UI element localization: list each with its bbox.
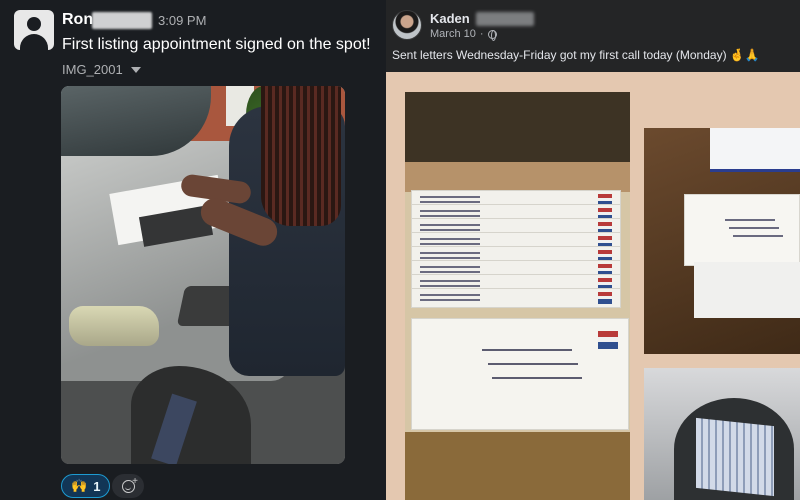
avatar-head (27, 17, 41, 31)
message-timestamp[interactable]: 3:09 PM (158, 13, 206, 28)
sender-name[interactable]: Ron (62, 11, 93, 29)
user-avatar[interactable] (14, 10, 54, 50)
post-caption: Sent letters Wednesday-Friday got my fir… (392, 48, 760, 62)
envelope (411, 288, 621, 308)
reaction-count: 1 (93, 478, 101, 494)
redacted-surname (92, 12, 152, 29)
photo-letter (694, 262, 800, 318)
photo-mailbox[interactable] (644, 368, 800, 500)
author-name[interactable]: Kaden (430, 11, 470, 26)
front-envelope (411, 318, 629, 430)
author-avatar[interactable] (392, 10, 422, 40)
photo-letter-and-envelope[interactable] (644, 128, 800, 354)
avatar-body (20, 34, 48, 50)
photo-envelope (684, 194, 800, 266)
chat-message-panel: Ron 3:09 PM First listing appointment si… (0, 0, 384, 500)
attached-photo[interactable] (61, 86, 345, 464)
post-meta: March 10 · (430, 28, 497, 41)
social-post-panel: Kaden March 10 · Sent letters Wednesday-… (386, 0, 800, 500)
caret-down-icon[interactable] (130, 66, 141, 73)
reaction-raised-hands[interactable]: 🙌 1 (61, 474, 111, 498)
attachment-name: IMG_2001 (62, 62, 123, 77)
raised-hands-icon: 🙌 (71, 478, 88, 493)
photo-hair (261, 86, 341, 226)
photo-table (405, 432, 630, 500)
plus-icon: + (132, 476, 138, 487)
photo-priority-mail-box (710, 128, 800, 172)
add-reaction-button[interactable]: + (112, 474, 144, 498)
post-date[interactable]: March 10 (430, 28, 476, 40)
photo-envelope-stack[interactable] (405, 92, 630, 500)
globe-icon (487, 29, 497, 41)
message-text: First listing appointment signed on the … (62, 36, 371, 53)
attachment-header[interactable]: IMG_2001 (62, 62, 141, 77)
meta-separator: · (479, 28, 484, 40)
redacted-surname (476, 12, 534, 26)
photo-headlight (69, 306, 159, 346)
post-photo-grid (386, 72, 800, 500)
mailbox-letters (696, 417, 774, 497)
